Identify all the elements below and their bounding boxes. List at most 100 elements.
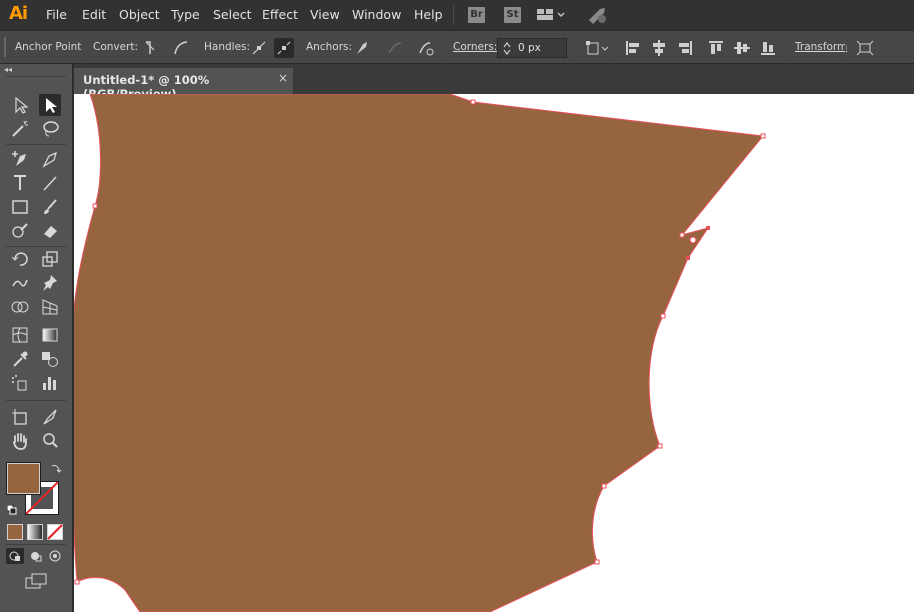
rotate-tool[interactable] bbox=[9, 248, 31, 270]
mesh-tool[interactable] bbox=[9, 324, 31, 346]
remove-anchor-button[interactable] bbox=[353, 38, 373, 58]
corners-field[interactable]: 0 px bbox=[497, 38, 567, 58]
artboard-icon bbox=[12, 409, 27, 425]
brown-shape-artwork[interactable] bbox=[74, 94, 914, 612]
scale-tool[interactable] bbox=[39, 248, 61, 270]
pen-icon bbox=[42, 151, 58, 168]
draw-normal-icon bbox=[9, 551, 20, 561]
collapse-panel-button[interactable]: ◂◂ bbox=[4, 65, 12, 74]
cut-path-button[interactable] bbox=[416, 38, 436, 58]
artboard-canvas[interactable] bbox=[74, 94, 914, 612]
menu-object[interactable]: Object bbox=[119, 7, 160, 22]
symbol-sprayer-tool[interactable] bbox=[9, 372, 31, 394]
magic-wand-tool[interactable] bbox=[9, 118, 31, 140]
show-handles-button[interactable] bbox=[249, 38, 269, 58]
hide-handles-icon bbox=[277, 41, 291, 55]
hide-handles-button[interactable] bbox=[274, 38, 294, 58]
zoom-icon bbox=[43, 433, 58, 448]
align-bottom-button[interactable] bbox=[758, 38, 778, 58]
slice-tool[interactable] bbox=[39, 406, 61, 428]
menu-file[interactable]: File bbox=[46, 7, 67, 22]
convert-corner-button[interactable] bbox=[140, 38, 160, 58]
align-hcenter-button[interactable] bbox=[649, 38, 669, 58]
color-mode-button[interactable] bbox=[7, 524, 23, 540]
toolbar-separator bbox=[6, 246, 66, 247]
menu-edit[interactable]: Edit bbox=[82, 7, 106, 22]
none-mode-button[interactable] bbox=[47, 524, 63, 540]
screen-mode-button[interactable] bbox=[24, 572, 48, 590]
eyedropper-tool[interactable] bbox=[9, 348, 31, 370]
document-tab[interactable]: Untitled-1* @ 100% (RGB/Preview) × bbox=[74, 68, 293, 101]
line-tool[interactable] bbox=[39, 172, 61, 194]
align-vcenter-button[interactable] bbox=[732, 38, 752, 58]
selection-tool[interactable] bbox=[9, 94, 31, 116]
default-fill-stroke-button[interactable] bbox=[6, 504, 17, 515]
corners-label[interactable]: Corners: bbox=[453, 41, 497, 53]
isolate-icon bbox=[856, 40, 874, 56]
hand-icon bbox=[13, 433, 27, 450]
eraser-tool[interactable] bbox=[39, 220, 61, 242]
direct-selection-tool[interactable] bbox=[39, 94, 61, 116]
select-similar-button[interactable] bbox=[585, 38, 611, 58]
menu-type[interactable]: Type bbox=[171, 7, 200, 22]
draw-behind-button[interactable] bbox=[27, 548, 45, 564]
align-right-button[interactable] bbox=[675, 38, 695, 58]
puppet-warp-tool[interactable] bbox=[39, 272, 61, 294]
bridge-button[interactable]: Br bbox=[468, 7, 485, 23]
menu-select[interactable]: Select bbox=[213, 7, 252, 22]
gradient-tool[interactable] bbox=[39, 324, 61, 346]
warp-tool[interactable] bbox=[9, 272, 31, 294]
hand-tool[interactable] bbox=[9, 430, 31, 452]
shaper-tool[interactable] bbox=[9, 220, 31, 242]
smooth-anchor-icon bbox=[174, 41, 188, 55]
workspace-switcher[interactable] bbox=[537, 8, 565, 22]
pen-tool[interactable] bbox=[9, 148, 31, 170]
anchor-point bbox=[660, 313, 666, 319]
align-left-button[interactable] bbox=[623, 38, 643, 58]
blend-tool[interactable] bbox=[39, 348, 61, 370]
align-hcenter-icon bbox=[653, 40, 665, 56]
close-tab-button[interactable]: × bbox=[278, 71, 288, 85]
artboard-tool[interactable] bbox=[9, 406, 31, 428]
corner-anchor-icon bbox=[145, 41, 155, 54]
align-bottom-icon bbox=[761, 42, 775, 55]
swap-fill-stroke-button[interactable] bbox=[50, 462, 62, 474]
symbol-sprayer-icon bbox=[12, 375, 27, 391]
paintbrush-tool[interactable] bbox=[39, 196, 61, 218]
align-left-icon bbox=[626, 41, 639, 55]
isolate-button[interactable] bbox=[855, 38, 875, 58]
rectangle-tool[interactable] bbox=[9, 196, 31, 218]
gpu-performance-button[interactable] bbox=[586, 5, 610, 25]
draw-normal-button[interactable] bbox=[6, 548, 24, 564]
none-swatch-icon bbox=[47, 524, 63, 540]
menu-window[interactable]: Window bbox=[352, 7, 401, 22]
convert-label: Convert: bbox=[93, 41, 139, 53]
fill-swatch[interactable] bbox=[6, 462, 41, 495]
connect-anchors-button[interactable] bbox=[385, 38, 405, 58]
control-separator bbox=[443, 37, 444, 57]
curvature-tool[interactable] bbox=[39, 148, 61, 170]
anchors-label: Anchors: bbox=[306, 41, 353, 53]
lasso-tool[interactable] bbox=[39, 118, 61, 140]
draw-inside-button[interactable] bbox=[47, 548, 65, 564]
align-top-button[interactable] bbox=[706, 38, 726, 58]
workspace-icon bbox=[537, 9, 565, 20]
menu-help[interactable]: Help bbox=[414, 7, 443, 22]
selected-path[interactable] bbox=[74, 94, 764, 612]
control-separator bbox=[785, 37, 786, 57]
stock-button[interactable]: St bbox=[504, 7, 521, 23]
gradient-mode-button[interactable] bbox=[27, 524, 43, 540]
convert-smooth-button[interactable] bbox=[171, 38, 191, 58]
menu-effect[interactable]: Effect bbox=[262, 7, 298, 22]
direct-selection-icon bbox=[46, 98, 57, 113]
connect-icon bbox=[388, 42, 402, 54]
graph-tool[interactable] bbox=[39, 372, 61, 394]
shape-builder-tool[interactable] bbox=[9, 296, 31, 318]
transform-link[interactable]: Transform bbox=[795, 41, 847, 53]
perspective-grid-tool[interactable] bbox=[39, 296, 61, 318]
menu-view[interactable]: View bbox=[310, 7, 340, 22]
zoom-tool[interactable] bbox=[39, 430, 61, 452]
type-tool[interactable] bbox=[9, 172, 31, 194]
rocket-icon bbox=[589, 8, 606, 24]
toolbar-separator bbox=[6, 544, 66, 545]
